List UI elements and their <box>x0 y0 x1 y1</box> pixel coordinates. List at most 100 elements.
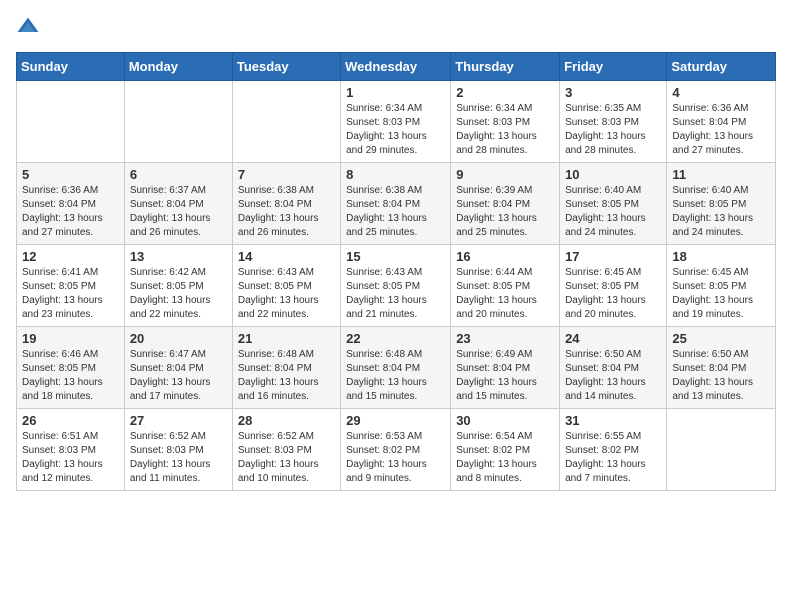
calendar-cell: 20 Sunrise: 6:47 AMSunset: 8:04 PMDayligh… <box>124 327 232 409</box>
calendar-cell: 18 Sunrise: 6:45 AMSunset: 8:05 PMDayligh… <box>667 245 776 327</box>
calendar-cell <box>124 81 232 163</box>
calendar-cell: 22 Sunrise: 6:48 AMSunset: 8:04 PMDayligh… <box>341 327 451 409</box>
day-info: Sunrise: 6:37 AMSunset: 8:04 PMDaylight:… <box>130 184 227 240</box>
calendar-cell: 7 Sunrise: 6:38 AMSunset: 8:04 PMDaylight… <box>232 163 340 245</box>
day-info: Sunrise: 6:43 AMSunset: 8:05 PMDaylight:… <box>238 266 335 322</box>
calendar-cell: 3 Sunrise: 6:35 AMSunset: 8:03 PMDaylight… <box>560 81 667 163</box>
day-info: Sunrise: 6:40 AMSunset: 8:05 PMDaylight:… <box>565 184 661 240</box>
day-number: 7 <box>238 167 335 182</box>
logo-icon <box>16 16 40 40</box>
day-number: 20 <box>130 331 227 346</box>
calendar-cell: 5 Sunrise: 6:36 AMSunset: 8:04 PMDaylight… <box>17 163 125 245</box>
calendar-cell: 24 Sunrise: 6:50 AMSunset: 8:04 PMDayligh… <box>560 327 667 409</box>
day-info: Sunrise: 6:34 AMSunset: 8:03 PMDaylight:… <box>456 102 554 158</box>
calendar-cell: 15 Sunrise: 6:43 AMSunset: 8:05 PMDayligh… <box>341 245 451 327</box>
calendar-cell: 30 Sunrise: 6:54 AMSunset: 8:02 PMDayligh… <box>451 409 560 491</box>
day-number: 9 <box>456 167 554 182</box>
day-info: Sunrise: 6:39 AMSunset: 8:04 PMDaylight:… <box>456 184 554 240</box>
calendar-cell: 21Sunrise: 6:48 AMSunset: 8:04 PMDayligh… <box>232 327 340 409</box>
day-header-wednesday: Wednesday <box>341 53 451 81</box>
week-row-2: 5 Sunrise: 6:36 AMSunset: 8:04 PMDaylight… <box>17 163 776 245</box>
day-number: 4 <box>672 85 770 100</box>
calendar-cell: 6 Sunrise: 6:37 AMSunset: 8:04 PMDaylight… <box>124 163 232 245</box>
calendar-cell <box>667 409 776 491</box>
day-info: Sunrise: 6:43 AMSunset: 8:05 PMDaylight:… <box>346 266 445 322</box>
calendar-cell <box>17 81 125 163</box>
day-info: Sunrise: 6:45 AMSunset: 8:05 PMDaylight:… <box>672 266 770 322</box>
day-info: Sunrise: 6:40 AMSunset: 8:05 PMDaylight:… <box>672 184 770 240</box>
day-header-monday: Monday <box>124 53 232 81</box>
calendar-cell: 9 Sunrise: 6:39 AMSunset: 8:04 PMDaylight… <box>451 163 560 245</box>
day-header-thursday: Thursday <box>451 53 560 81</box>
calendar-cell: 8 Sunrise: 6:38 AMSunset: 8:04 PMDaylight… <box>341 163 451 245</box>
day-number: 6 <box>130 167 227 182</box>
day-number: 3 <box>565 85 661 100</box>
day-info: Sunrise: 6:35 AMSunset: 8:03 PMDaylight:… <box>565 102 661 158</box>
week-row-1: 1Sunrise: 6:34 AMSunset: 8:03 PMDaylight… <box>17 81 776 163</box>
day-number: 5 <box>22 167 119 182</box>
day-info: Sunrise: 6:36 AMSunset: 8:04 PMDaylight:… <box>672 102 770 158</box>
calendar-cell: 26Sunrise: 6:51 AMSunset: 8:03 PMDayligh… <box>17 409 125 491</box>
day-info: Sunrise: 6:38 AMSunset: 8:04 PMDaylight:… <box>238 184 335 240</box>
day-number: 25 <box>672 331 770 346</box>
day-number: 17 <box>565 249 661 264</box>
day-info: Sunrise: 6:52 AMSunset: 8:03 PMDaylight:… <box>130 430 227 486</box>
day-info: Sunrise: 6:52 AMSunset: 8:03 PMDaylight:… <box>238 430 335 486</box>
calendar-cell: 11 Sunrise: 6:40 AMSunset: 8:05 PMDayligh… <box>667 163 776 245</box>
calendar-table: SundayMondayTuesdayWednesdayThursdayFrid… <box>16 52 776 491</box>
day-info: Sunrise: 6:44 AMSunset: 8:05 PMDaylight:… <box>456 266 554 322</box>
day-number: 30 <box>456 413 554 428</box>
day-number: 29 <box>346 413 445 428</box>
day-number: 22 <box>346 331 445 346</box>
page-header <box>16 16 776 40</box>
day-number: 11 <box>672 167 770 182</box>
calendar-cell <box>232 81 340 163</box>
calendar-cell: 4 Sunrise: 6:36 AMSunset: 8:04 PMDaylight… <box>667 81 776 163</box>
day-info: Sunrise: 6:54 AMSunset: 8:02 PMDaylight:… <box>456 430 554 486</box>
day-number: 19 <box>22 331 119 346</box>
day-info: Sunrise: 6:50 AMSunset: 8:04 PMDaylight:… <box>672 348 770 404</box>
day-number: 14 <box>238 249 335 264</box>
calendar-cell: 16Sunrise: 6:44 AMSunset: 8:05 PMDayligh… <box>451 245 560 327</box>
week-row-5: 26Sunrise: 6:51 AMSunset: 8:03 PMDayligh… <box>17 409 776 491</box>
calendar-cell: 25 Sunrise: 6:50 AMSunset: 8:04 PMDayligh… <box>667 327 776 409</box>
day-number: 28 <box>238 413 335 428</box>
calendar-cell: 31Sunrise: 6:55 AMSunset: 8:02 PMDayligh… <box>560 409 667 491</box>
day-info: Sunrise: 6:46 AMSunset: 8:05 PMDaylight:… <box>22 348 119 404</box>
day-info: Sunrise: 6:53 AMSunset: 8:02 PMDaylight:… <box>346 430 445 486</box>
day-number: 13 <box>130 249 227 264</box>
day-number: 15 <box>346 249 445 264</box>
day-number: 8 <box>346 167 445 182</box>
day-headers-row: SundayMondayTuesdayWednesdayThursdayFrid… <box>17 53 776 81</box>
day-number: 27 <box>130 413 227 428</box>
day-header-sunday: Sunday <box>17 53 125 81</box>
day-info: Sunrise: 6:36 AMSunset: 8:04 PMDaylight:… <box>22 184 119 240</box>
week-row-4: 19 Sunrise: 6:46 AMSunset: 8:05 PMDayligh… <box>17 327 776 409</box>
day-number: 26 <box>22 413 119 428</box>
day-number: 2 <box>456 85 554 100</box>
day-number: 18 <box>672 249 770 264</box>
calendar-cell: 10 Sunrise: 6:40 AMSunset: 8:05 PMDayligh… <box>560 163 667 245</box>
calendar-cell: 27 Sunrise: 6:52 AMSunset: 8:03 PMDayligh… <box>124 409 232 491</box>
day-number: 31 <box>565 413 661 428</box>
day-number: 12 <box>22 249 119 264</box>
calendar-cell: 1Sunrise: 6:34 AMSunset: 8:03 PMDaylight… <box>341 81 451 163</box>
day-info: Sunrise: 6:50 AMSunset: 8:04 PMDaylight:… <box>565 348 661 404</box>
day-header-saturday: Saturday <box>667 53 776 81</box>
calendar-cell: 2 Sunrise: 6:34 AMSunset: 8:03 PMDaylight… <box>451 81 560 163</box>
day-info: Sunrise: 6:38 AMSunset: 8:04 PMDaylight:… <box>346 184 445 240</box>
calendar-cell: 14 Sunrise: 6:43 AMSunset: 8:05 PMDayligh… <box>232 245 340 327</box>
day-number: 21 <box>238 331 335 346</box>
day-info: Sunrise: 6:48 AMSunset: 8:04 PMDaylight:… <box>346 348 445 404</box>
day-number: 23 <box>456 331 554 346</box>
calendar-cell: 28 Sunrise: 6:52 AMSunset: 8:03 PMDayligh… <box>232 409 340 491</box>
day-info: Sunrise: 6:41 AMSunset: 8:05 PMDaylight:… <box>22 266 119 322</box>
day-info: Sunrise: 6:49 AMSunset: 8:04 PMDaylight:… <box>456 348 554 404</box>
week-row-3: 12 Sunrise: 6:41 AMSunset: 8:05 PMDayligh… <box>17 245 776 327</box>
day-info: Sunrise: 6:47 AMSunset: 8:04 PMDaylight:… <box>130 348 227 404</box>
calendar-cell: 13Sunrise: 6:42 AMSunset: 8:05 PMDayligh… <box>124 245 232 327</box>
day-number: 10 <box>565 167 661 182</box>
day-header-tuesday: Tuesday <box>232 53 340 81</box>
logo <box>16 16 44 40</box>
day-number: 24 <box>565 331 661 346</box>
